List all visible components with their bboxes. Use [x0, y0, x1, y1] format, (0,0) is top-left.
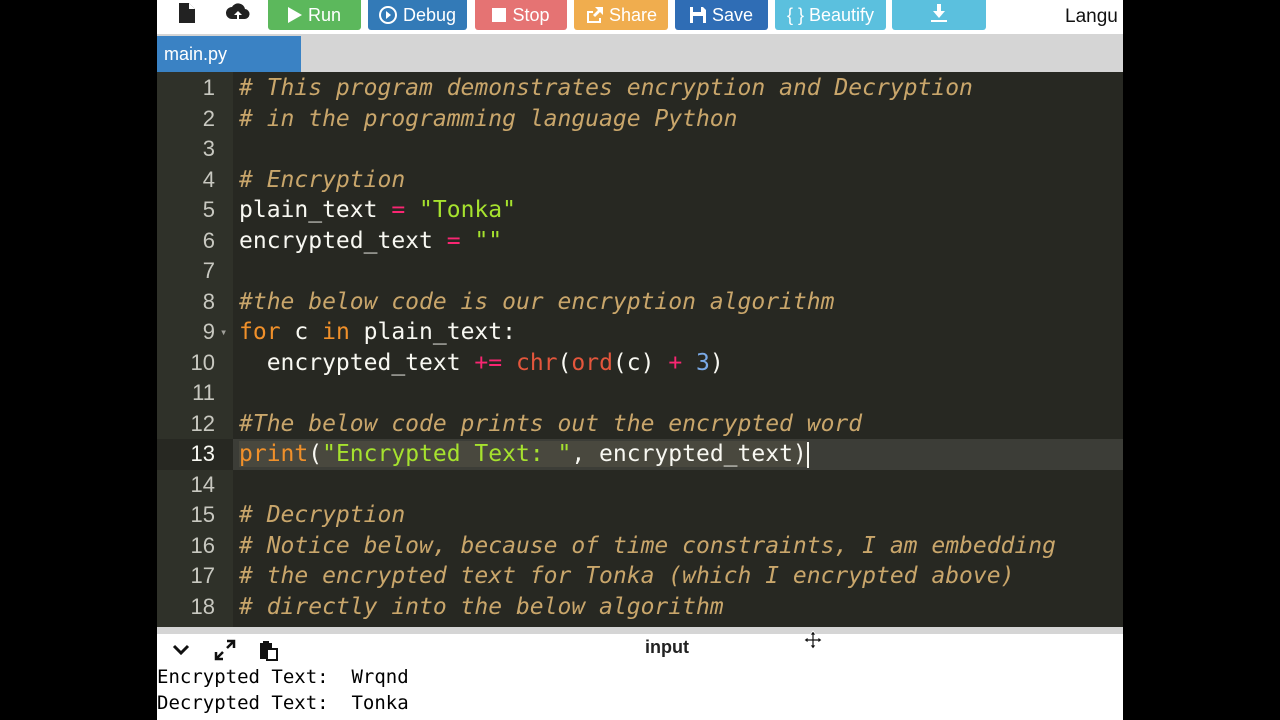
code-text: # in the programming language Python: [239, 105, 738, 132]
new-file-button[interactable]: [173, 0, 201, 30]
code-line[interactable]: 18 # directly into the below algorithm: [157, 592, 1123, 623]
text-cursor: [806, 441, 809, 468]
debug-circle-icon: [378, 6, 397, 24]
fold-arrow-icon[interactable]: ▾: [220, 317, 227, 348]
share-button[interactable]: Share: [574, 0, 668, 30]
code-line[interactable]: 4 # Encryption: [157, 165, 1123, 196]
download-button[interactable]: [892, 0, 986, 30]
line-number: 4: [202, 166, 215, 192]
code-text: # the encrypted text for Tonka (which I …: [239, 563, 1015, 589]
code-line[interactable]: 2 # in the programming language Python: [157, 104, 1123, 135]
code-line[interactable]: 5 plain_text = "Tonka": [157, 195, 1123, 226]
file-tab-bar: main.py: [157, 34, 1123, 72]
code-line[interactable]: 1 # This program demonstrates encryption …: [157, 73, 1123, 104]
debug-label: Debug: [402, 4, 457, 25]
save-disk-icon: [689, 7, 706, 23]
stop-label: Stop: [512, 4, 550, 25]
download-icon: [931, 3, 947, 27]
copy-output-button[interactable]: [256, 640, 280, 664]
code-line[interactable]: 8 #the below code is our encryption algor…: [157, 287, 1123, 318]
code-line[interactable]: 6 encrypted_text = "": [157, 226, 1123, 257]
code-text: plain_text = "Tonka": [239, 197, 516, 223]
run-button[interactable]: Run: [268, 0, 361, 30]
code-text: # This program demonstrates encryption a…: [239, 75, 973, 101]
stop-button[interactable]: Stop: [475, 0, 567, 30]
code-text: # Notice below, because of time constrai…: [239, 532, 1056, 559]
move-cursor-icon: [803, 630, 823, 655]
clipboard-icon: [258, 639, 278, 666]
output-panel-header: input: [157, 627, 1123, 664]
line-number: 2: [202, 105, 215, 131]
beautify-button[interactable]: { } Beautify: [775, 0, 886, 30]
online-compiler-app: Run Debug Stop Share Save {} Beautify L…: [157, 0, 1123, 720]
line-number: 18: [190, 593, 215, 619]
line-number: 6: [202, 227, 215, 253]
save-label: Save: [711, 4, 754, 25]
code-text: # Decryption: [239, 502, 406, 528]
code-line[interactable]: 14: [157, 470, 1123, 501]
code-line[interactable]: 12 #The below code prints out the encrypt…: [157, 409, 1123, 440]
upload-cloud-icon: [226, 2, 250, 28]
expand-arrows-icon: [214, 639, 236, 666]
code-text: #the below code is our encryption algori…: [239, 288, 835, 315]
code-line[interactable]: 17 # the encrypted text for Tonka (which …: [157, 561, 1123, 592]
upload-button[interactable]: [223, 0, 253, 30]
chevron-down-icon: [172, 643, 190, 661]
stop-square-icon: [492, 8, 507, 22]
line-number: 13: [157, 439, 233, 470]
code-text: encrypted_text += chr(ord(c) + 3): [239, 349, 724, 376]
expand-output-button[interactable]: [213, 639, 237, 666]
console-line: Encrypted Text: Wrqnd: [157, 666, 409, 688]
code-line[interactable]: 3: [157, 134, 1123, 165]
beautify-label: { } Beautify: [786, 4, 875, 25]
collapse-output-button[interactable]: [169, 640, 193, 664]
language-selector-label[interactable]: Langu: [1065, 6, 1118, 28]
share-label: Share: [608, 4, 658, 25]
console-line: Decrypted Text: Tonka: [157, 692, 409, 714]
debug-button[interactable]: Debug: [368, 0, 467, 30]
code-text: # directly into the below algorithm: [239, 593, 724, 620]
code-line[interactable]: 7: [157, 256, 1123, 287]
line-number: 14: [190, 471, 215, 497]
run-label: Run: [307, 4, 342, 25]
code-text: for c in plain_text:: [239, 319, 516, 345]
code-text: # Encryption: [239, 166, 406, 193]
tab-main-py[interactable]: main.py: [157, 36, 301, 72]
code-text: encrypted_text = "": [239, 227, 503, 254]
line-number: 15: [190, 502, 215, 527]
line-number: 17: [190, 563, 215, 588]
new-file-icon: [179, 2, 195, 28]
line-number: 11: [192, 380, 215, 405]
line-number: 12: [190, 410, 215, 436]
play-icon: [287, 7, 302, 23]
output-title: input: [645, 637, 689, 657]
line-number: 1: [202, 75, 215, 100]
line-number: 8: [202, 288, 215, 314]
code-editor[interactable]: 1 # This program demonstrates encryption …: [157, 72, 1123, 627]
line-number: 16: [190, 532, 215, 558]
line-number: 3: [202, 136, 215, 161]
output-console: Encrypted Text: Wrqnd Decrypted Text: To…: [157, 664, 1123, 720]
toolbar: Run Debug Stop Share Save {} Beautify L…: [157, 0, 1123, 34]
share-icon: [585, 7, 603, 23]
line-number: 7: [202, 258, 215, 283]
save-button[interactable]: Save: [675, 0, 768, 30]
code-line[interactable]: 9 ▾ for c in plain_text:: [157, 317, 1123, 348]
code-line[interactable]: 15 # Decryption: [157, 500, 1123, 531]
code-text: print("Encrypted Text: ", encrypted_text…: [239, 439, 809, 470]
line-number: 5: [202, 197, 215, 222]
code-line[interactable]: 10 encrypted_text += chr(ord(c) + 3): [157, 348, 1123, 379]
line-number: 10: [190, 349, 215, 375]
code-line[interactable]: 11: [157, 378, 1123, 409]
code-line[interactable]: 13 print("Encrypted Text: ", encrypted_te…: [157, 439, 1123, 470]
code-text: #The below code prints out the encrypted…: [239, 410, 863, 437]
code-line[interactable]: 16 # Notice below, because of time constr…: [157, 531, 1123, 562]
selection-highlight: print("Encrypted Text: ", encrypted_text…: [239, 441, 807, 467]
